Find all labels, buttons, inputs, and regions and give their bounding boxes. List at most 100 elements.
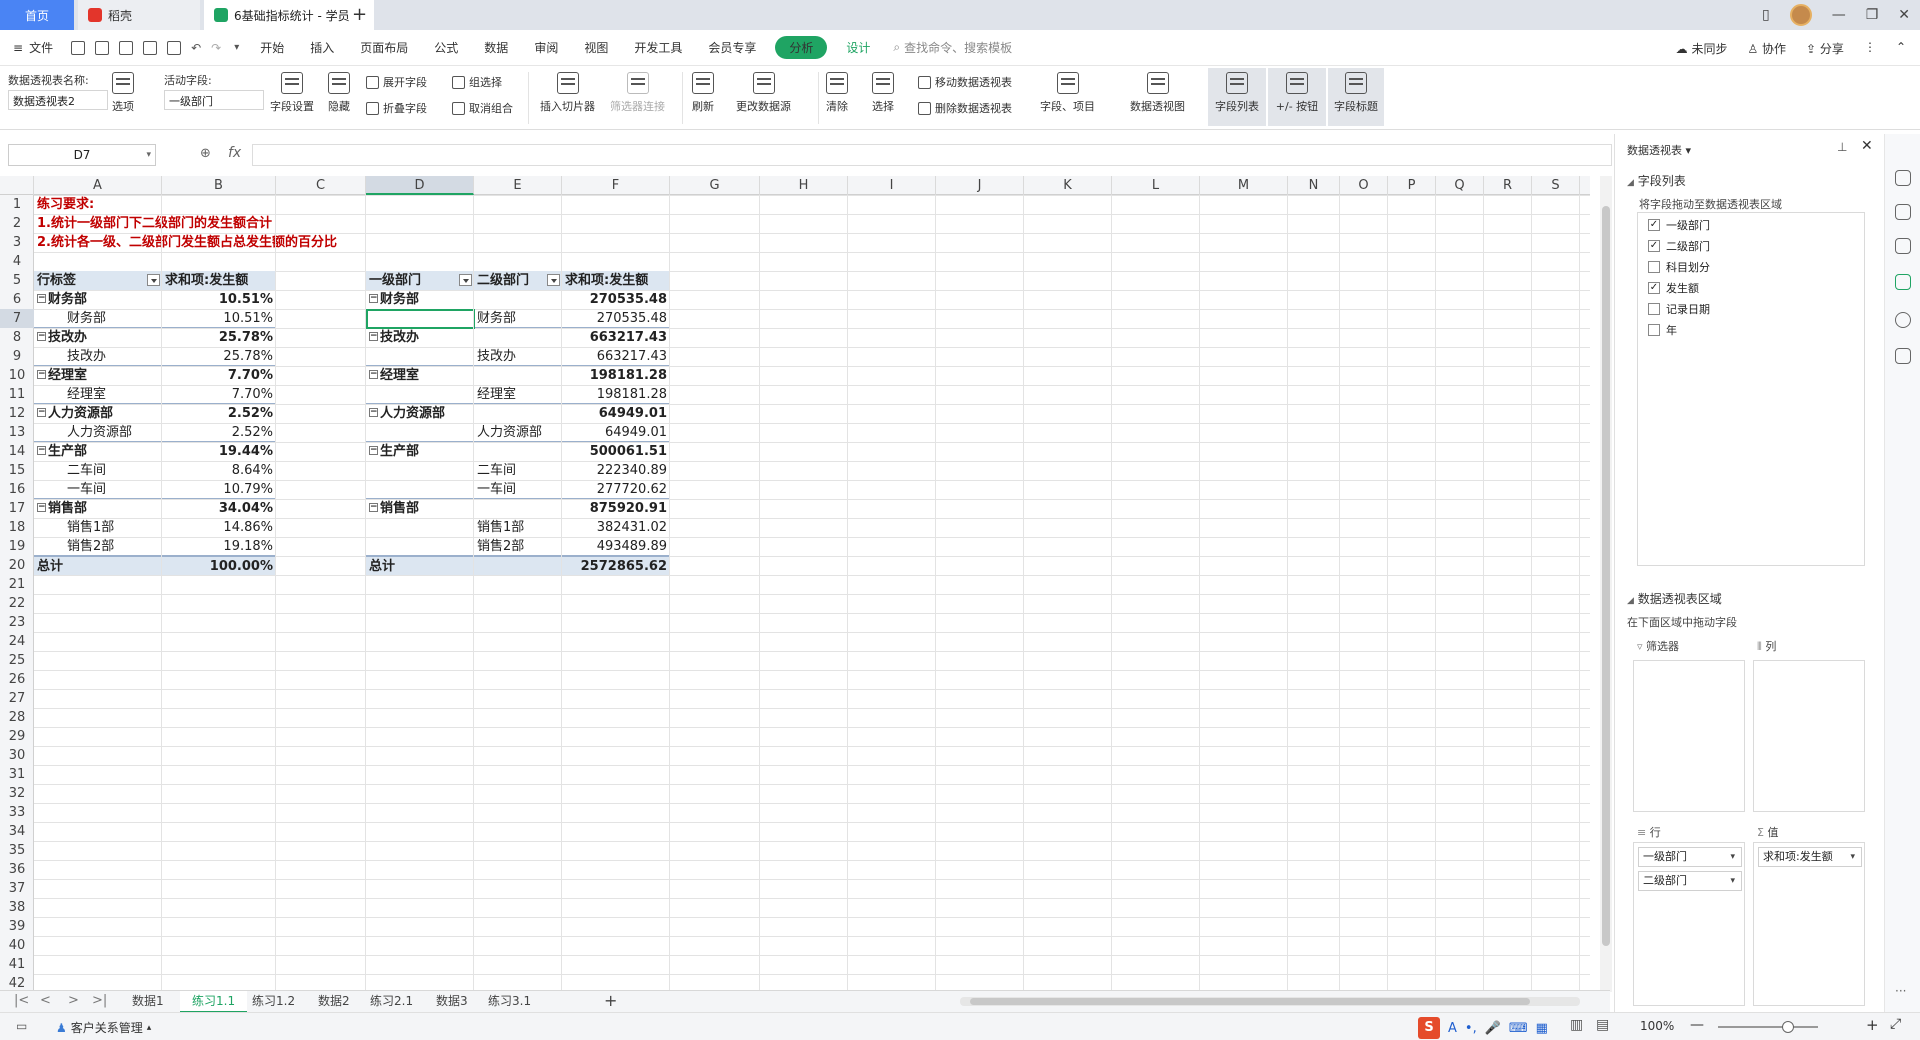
field-checkbox[interactable] [1648, 324, 1660, 336]
field-item[interactable]: 科目划分 [1648, 259, 1710, 275]
row-zone[interactable]: 一级部门 ▾ 二级部门 ▾ [1633, 842, 1745, 1006]
pivot2-value-cell[interactable]: 198181.28 [562, 385, 670, 404]
pivot2-level1-cell[interactable] [366, 518, 474, 537]
row-header[interactable]: 12 [0, 404, 34, 423]
pivot1-row-label[interactable]: 一车间 [34, 480, 162, 499]
row-header[interactable]: 7 [0, 309, 34, 328]
field-checkbox[interactable]: ✓ [1648, 240, 1660, 252]
field-settings-button[interactable]: 字段设置 [270, 72, 314, 114]
pivot1-row-value[interactable]: 8.64% [162, 461, 276, 480]
cell-A3[interactable]: 2.统计各一级、二级部门发生额占总发生额的百分比 [34, 233, 534, 252]
row-header[interactable]: 14 [0, 442, 34, 461]
row-header[interactable]: 26 [0, 670, 34, 689]
pivot2-value-cell[interactable]: 493489.89 [562, 537, 670, 556]
ungroup-button[interactable]: 取消组合 [452, 100, 513, 116]
pivot2-total-label[interactable]: 总计 [366, 556, 562, 575]
vertical-scrollbar[interactable] [1600, 176, 1612, 992]
add-sheet-button[interactable]: + [604, 991, 617, 1010]
row-header[interactable]: 11 [0, 385, 34, 404]
pivot2-level1-cell[interactable] [366, 537, 474, 556]
row-header[interactable]: 38 [0, 898, 34, 917]
pivot2-level2-cell[interactable]: 经理室 [474, 385, 562, 404]
sheet-tab[interactable]: 练习1.1 [180, 991, 248, 1013]
ime-toolbar[interactable]: S A •, 🎤 ⌨ ▦ [1418, 1017, 1548, 1039]
pivot-name-input[interactable]: 数据透视表2 [8, 90, 108, 110]
panel-title[interactable]: 数据透视表 ▾ [1627, 142, 1691, 158]
refresh-button[interactable]: 刷新 [692, 72, 714, 114]
filter-zone[interactable] [1633, 660, 1745, 812]
hide-button[interactable]: 隐藏 [328, 72, 350, 114]
row-zone-item[interactable]: 一级部门 ▾ [1638, 847, 1742, 867]
print-preview-icon[interactable] [167, 40, 182, 55]
row-header[interactable]: 1 [0, 195, 34, 214]
change-source-button[interactable]: 更改数据源 [736, 72, 791, 114]
row-header[interactable]: 10 [0, 366, 34, 385]
sheet-tab[interactable]: 练习1.2 [240, 991, 307, 1013]
delete-pivot-button[interactable]: 删除数据透视表 [918, 100, 1012, 116]
collapse-toggle-icon[interactable]: − [369, 408, 378, 417]
column-header[interactable]: Q [1436, 176, 1484, 195]
zoom-in-icon[interactable]: + [1866, 1016, 1879, 1034]
pivot2-level2-cell[interactable]: 财务部 [474, 309, 562, 328]
print-icon[interactable] [143, 40, 158, 55]
pivot2-level1-cell[interactable]: − 生产部 [366, 442, 474, 461]
command-search[interactable]: ⌕ 查找命令、搜索模板 [893, 39, 1012, 56]
column-header[interactable]: E [474, 176, 562, 195]
pivot1-total-label[interactable]: 总计 [34, 556, 162, 575]
pivot1-row-value[interactable]: 25.78% [162, 328, 276, 347]
filter-dropdown-icon[interactable] [459, 274, 472, 286]
row-header[interactable]: 17 [0, 499, 34, 518]
column-header[interactable]: N [1288, 176, 1340, 195]
pivot2-total-value[interactable]: 2572865.62 [562, 556, 670, 575]
more-icon[interactable]: ··· [1895, 984, 1906, 998]
formula-input[interactable] [252, 144, 1612, 166]
row-header[interactable]: 5 [0, 271, 34, 290]
column-header[interactable]: M [1200, 176, 1288, 195]
field-checkbox[interactable]: ✓ [1648, 219, 1660, 231]
field-checkbox[interactable] [1648, 303, 1660, 315]
pivot2-level2-cell[interactable]: 二车间 [474, 461, 562, 480]
row-header[interactable]: 35 [0, 841, 34, 860]
screen-icon[interactable]: ▭ [16, 1019, 27, 1033]
export-icon[interactable] [119, 40, 134, 55]
pivot1-row-value[interactable]: 7.70% [162, 366, 276, 385]
pivot2-level1-cell[interactable] [366, 347, 474, 366]
pivot1-row-label[interactable]: 二车间 [34, 461, 162, 480]
pivot1-row-value[interactable]: 14.86% [162, 518, 276, 537]
pivot2-value-cell[interactable]: 64949.01 [562, 423, 670, 442]
horizontal-scrollbar[interactable] [960, 997, 1580, 1006]
pivot1-row-value[interactable]: 19.18% [162, 537, 276, 556]
plus-minus-button[interactable]: +/- 按钮 [1268, 68, 1326, 126]
active-cell-D7[interactable] [366, 309, 475, 329]
zoom-icon[interactable]: ⊕ [200, 146, 211, 161]
redo-icon[interactable]: ↷ [211, 41, 221, 55]
menu-data[interactable]: 数据 [471, 39, 521, 56]
close-icon[interactable]: ✕ [1861, 138, 1873, 154]
field-list-box[interactable]: ✓ 一级部门 ✓ 二级部门 科目划分 ✓ 发生额 记录日期年 [1637, 212, 1865, 566]
cell-A2[interactable]: 1.统计一级部门下二级部门的发生额合计 [34, 214, 434, 233]
properties-icon[interactable] [1895, 170, 1911, 186]
column-header[interactable]: D [366, 176, 474, 195]
keyboard-icon[interactable]: ⌨ [1509, 1021, 1528, 1036]
pivot2-value-cell[interactable]: 382431.02 [562, 518, 670, 537]
column-header[interactable]: F [562, 176, 670, 195]
collapse-toggle-icon[interactable]: − [37, 370, 46, 379]
collapse-toggle-icon[interactable]: − [37, 332, 46, 341]
tab-design[interactable]: 设计 [833, 39, 883, 56]
pivot2-value-cell[interactable]: 270535.48 [562, 290, 670, 309]
move-pivot-button[interactable]: 移动数据透视表 [918, 74, 1012, 90]
row-header[interactable]: 39 [0, 917, 34, 936]
collapse-toggle-icon[interactable]: − [37, 503, 46, 512]
field-headers-button[interactable]: 字段标题 [1328, 68, 1384, 126]
options-button[interactable]: 选项 [112, 72, 134, 114]
last-sheet-icon[interactable]: >| [92, 993, 107, 1008]
row-header[interactable]: 3 [0, 233, 34, 252]
pivot2-level2-cell[interactable]: 销售2部 [474, 537, 562, 556]
column-header[interactable]: I [848, 176, 936, 195]
filter-dropdown-icon[interactable] [147, 274, 160, 286]
fx-icon[interactable]: fx [228, 145, 241, 161]
pivot2-level1-cell[interactable] [366, 461, 474, 480]
pivot2-level1-cell[interactable]: − 技改办 [366, 328, 474, 347]
sheet-tab[interactable]: 练习3.1 [476, 991, 543, 1013]
row-zone-item[interactable]: 二级部门 ▾ [1638, 871, 1742, 891]
